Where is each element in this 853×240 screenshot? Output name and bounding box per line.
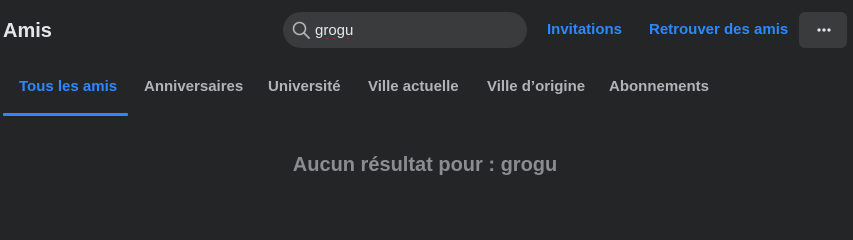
tab-hometown[interactable]: Ville d’origine [487,78,585,96]
find-friends-link[interactable]: Retrouver des amis [649,21,788,39]
active-tab-indicator [3,113,128,116]
friends-tabs: Tous les amis Anniversaires Université V… [0,60,853,118]
tab-university[interactable]: Université [268,78,341,96]
invitations-link[interactable]: Invitations [547,21,622,39]
ellipsis-icon [817,28,831,32]
empty-results-message: Aucun résultat pour : grogu [292,154,558,176]
tab-all-friends[interactable]: Tous les amis [19,78,117,96]
search-box[interactable] [283,12,527,48]
tab-birthdays[interactable]: Anniversaires [144,78,243,96]
tab-current-city[interactable]: Ville actuelle [368,78,459,96]
search-icon [292,21,310,39]
more-options-button[interactable] [799,12,847,48]
page-title: Amis [3,20,52,42]
search-input[interactable] [315,12,515,48]
tab-following[interactable]: Abonnements [609,78,709,96]
